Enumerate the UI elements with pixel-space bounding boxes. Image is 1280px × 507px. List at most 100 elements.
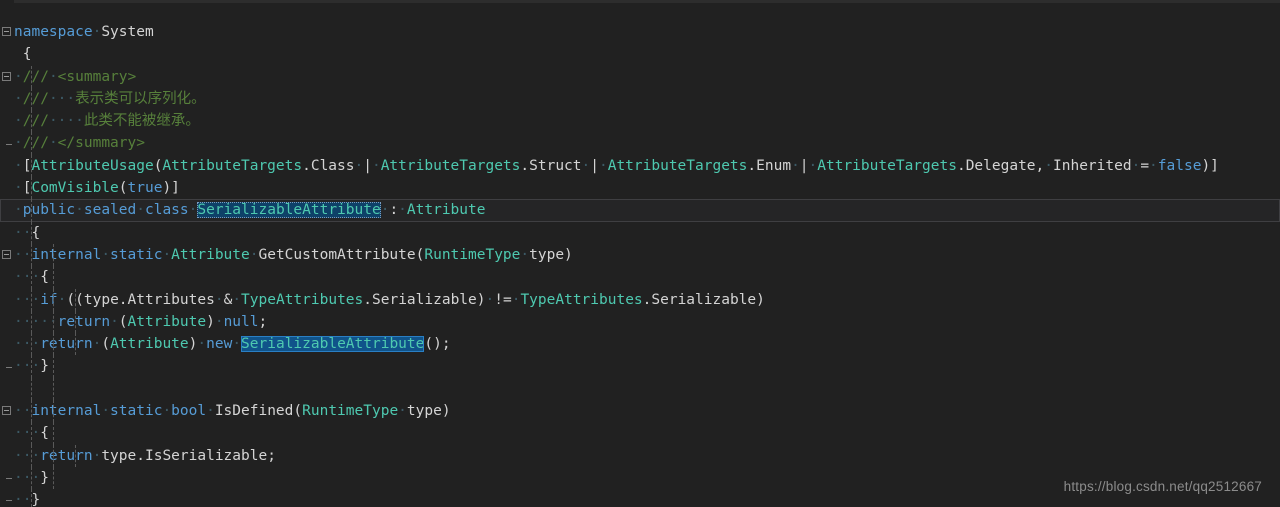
code-token: { [31,224,41,241]
code-token: </summary> [57,135,145,152]
whitespace-dot: · [101,246,111,263]
indent-guide [31,422,32,445]
code-token: 表示类可以序列化。 [75,90,206,107]
whitespace-dot: · [197,336,207,353]
code-line[interactable]: ···return·type.IsSerializable; [0,444,1280,467]
whitespace-dot: · [14,113,23,130]
code-token: bool [171,403,207,420]
code-token: GetCustomAttribute [258,246,416,263]
code-token: Attribute [171,246,250,263]
code-token: (); [424,336,451,353]
code-token: RuntimeType [424,246,521,263]
code-token: . [118,291,128,308]
indent-guide [53,400,54,423]
code-token: , [1035,157,1045,174]
indent-guide [31,87,32,111]
whitespace-dot: · [354,157,364,174]
indent-guide [31,132,32,155]
indent-guide [31,110,32,133]
code-token: AttributeTargets [162,157,303,174]
code-token: { [22,46,32,63]
code-editor[interactable]: namespace·System {·///·<summary> ·///···表… [0,0,1280,507]
whitespace-dot: · [14,313,23,330]
code-line[interactable] [0,377,1280,401]
code-line[interactable]: ·[ComVisible(true)] [0,177,1280,200]
code-token: . [520,157,530,174]
whitespace-dot: · [232,291,242,308]
code-line[interactable]: ·[AttributeUsage(AttributeTargets.Class·… [0,154,1280,178]
code-line[interactable]: ··internal·static·bool·IsDefined(Runtime… [0,400,1280,423]
whitespace-dot: · [14,469,23,486]
code-token: . [302,157,311,174]
code-line[interactable]: ·///···表示类可以序列化。 [0,87,1280,111]
whitespace-dot: · [31,313,41,330]
code-line[interactable]: ·///····此类不能被继承。 [0,110,1280,133]
code-line[interactable]: ·///·</summary> [0,132,1280,155]
code-token: . [956,157,966,174]
code-token: sealed [83,202,137,219]
code-token: if [40,291,58,308]
code-line[interactable]: ···} [0,355,1280,378]
whitespace-dot: · [31,336,41,353]
whitespace-dot: · [31,291,41,308]
whitespace-dot: · [136,202,145,219]
code-token: )] [162,180,180,197]
whitespace-dot: · [101,403,111,420]
code-token: static [110,403,163,420]
indent-guide [75,444,76,467]
code-token: Delegate [965,157,1036,174]
whitespace-dot: ···· [48,113,84,130]
whitespace-dot: · [14,403,23,420]
code-line[interactable]: ··internal·static·Attribute·GetCustomAtt… [0,243,1280,267]
whitespace-dot: · [808,157,818,174]
code-line[interactable]: ···{ [0,266,1280,289]
whitespace-dot: · [14,492,23,507]
code-line[interactable]: { [0,43,1280,65]
code-token: return [40,447,93,464]
indent-guide [53,422,54,445]
indent-guide [31,221,32,244]
indent-guide [31,288,32,311]
code-token: /// [22,68,49,85]
code-token: internal [31,403,102,420]
whitespace-dot: · [14,180,23,197]
whitespace-dot: · [206,403,215,420]
whitespace-dot: · [1149,157,1158,174]
code-token: Inherited [1053,157,1132,174]
code-token: } [31,492,41,507]
code-token: Serializable [651,291,757,308]
indent-guide [31,266,32,289]
code-line[interactable]: ·///·<summary> [0,65,1280,88]
code-line[interactable]: ·····return·(Attribute)·null; [0,310,1280,334]
code-line[interactable]: namespace·System [0,21,1280,43]
code-token: Class [310,157,355,174]
code-content[interactable]: namespace·System {·///·<summary> ·///···表… [0,21,1280,507]
indent-guide [53,355,54,378]
code-token: AttributeUsage [31,157,154,174]
code-line[interactable]: ···return·(Attribute)·new·SerializableAt… [0,333,1280,356]
whitespace-dot: · [48,135,58,152]
whitespace-dot: · [14,202,23,219]
code-token: type [529,246,565,263]
indent-guide [53,266,54,289]
code-token: /// [22,135,49,152]
whitespace-dot: · [1044,157,1053,174]
indent-guide [53,333,54,356]
code-token: ( [101,336,111,353]
code-token: ) [441,403,451,420]
code-token: )] [1201,157,1219,174]
code-token: new [206,336,233,353]
whitespace-dot: · [581,157,591,174]
indent-guide [75,288,76,311]
code-line[interactable]: ···if·((type.Attributes·&·TypeAttributes… [0,288,1280,311]
indent-guide [53,377,54,401]
code-token: return [40,336,93,353]
code-token: false [1157,157,1202,174]
code-token: type [101,447,137,464]
code-line[interactable]: ···{ [0,422,1280,445]
code-line[interactable]: ·public·sealed·class·SerializableAttribu… [0,199,1280,222]
code-line[interactable]: ··{ [0,221,1280,244]
selected-token[interactable]: SerializableAttribute [241,336,425,353]
reference-highlight[interactable]: SerializableAttribute [197,202,381,219]
